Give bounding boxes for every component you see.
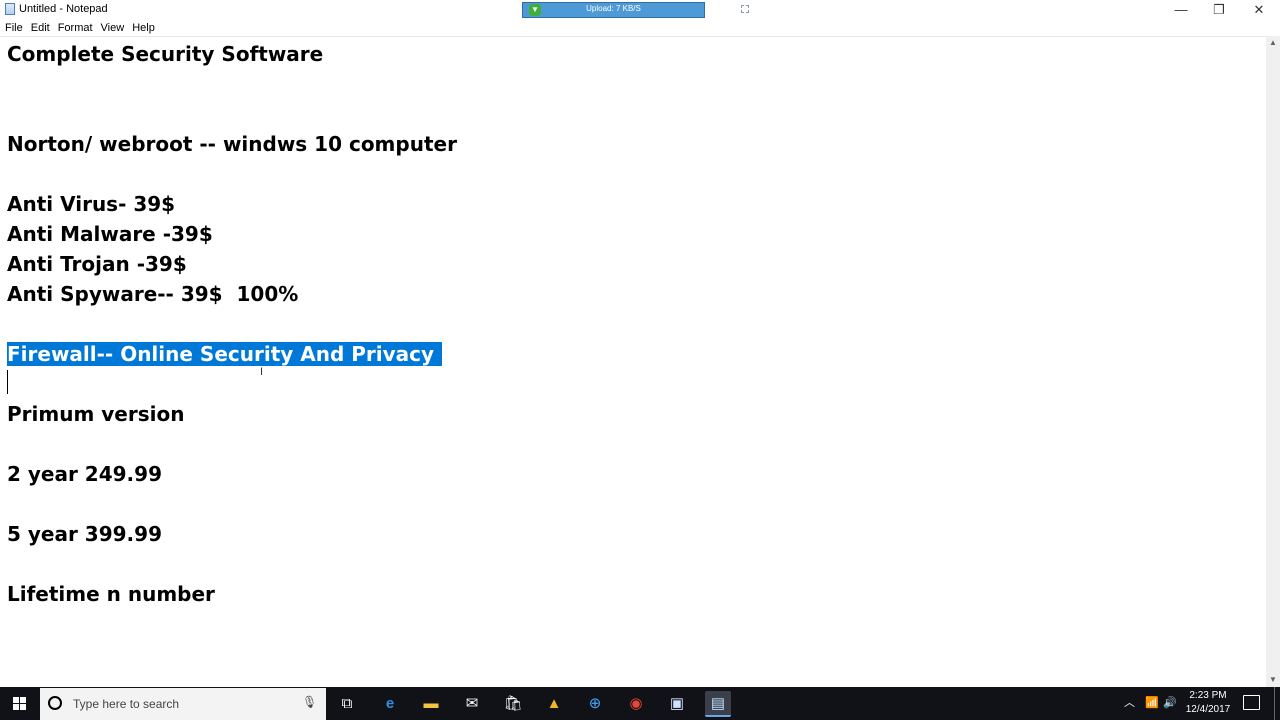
clock-date: 12/4/2017 xyxy=(1185,704,1231,715)
taskbar-search-box[interactable]: Type here to search 🎙 xyxy=(40,688,326,720)
file-explorer-icon[interactable]: ▬ xyxy=(418,691,444,717)
windows-logo-icon xyxy=(13,697,27,711)
editor-line: 5 year 399.99 xyxy=(7,522,162,546)
notepad-app-icon xyxy=(5,3,15,15)
selected-text: Firewall-- Online Security And Privacy xyxy=(7,342,443,366)
menu-help[interactable]: Help xyxy=(128,20,159,36)
notepad-icon[interactable]: ▤ xyxy=(705,691,731,717)
menu-file[interactable]: File xyxy=(0,20,27,36)
app-plus-icon[interactable]: ⊕ xyxy=(582,691,608,717)
system-clock[interactable]: 2:23 PM 12/4/2017 xyxy=(1178,689,1238,717)
upload-speed-text: Upload: 7 KB/S xyxy=(586,4,641,13)
mail-icon[interactable]: ✉ xyxy=(459,691,485,717)
edge-icon[interactable]: e xyxy=(377,691,403,717)
cortana-icon xyxy=(48,696,62,710)
store-icon[interactable]: 🛍 xyxy=(500,691,526,717)
menu-view[interactable]: View xyxy=(97,20,129,36)
editor-line: Primum version xyxy=(7,402,185,426)
chrome-icon[interactable]: ◉ xyxy=(623,691,649,717)
minimize-button[interactable]: — xyxy=(1162,0,1200,20)
scroll-down-arrow-icon[interactable]: ▼ xyxy=(1266,673,1280,687)
editor-line: Lifetime n number xyxy=(7,582,215,606)
scroll-up-arrow-icon[interactable]: ▲ xyxy=(1266,36,1280,50)
text-caret xyxy=(7,370,8,394)
menu-bar: File Edit Format View Help xyxy=(0,20,1280,36)
show-hidden-icons-chevron-icon[interactable]: ︿ xyxy=(1124,687,1135,720)
text-editor[interactable]: Complete Security Software Norton/ webro… xyxy=(0,36,1266,687)
title-bar: Untitled - Notepad ▼ Upload: 7 KB/S — ❐ … xyxy=(0,0,1280,20)
task-view-icon[interactable]: ⧉ xyxy=(334,691,360,717)
menu-edit[interactable]: Edit xyxy=(27,20,54,36)
editor-line: Anti Virus- 39$ xyxy=(7,192,176,216)
editor-line: 2 year 249.99 xyxy=(7,462,162,486)
wifi-icon[interactable]: 📶 xyxy=(1145,687,1159,720)
upload-speed-widget[interactable]: ▼ Upload: 7 KB/S xyxy=(522,2,705,18)
volume-icon[interactable]: 🔊 xyxy=(1163,687,1177,720)
snip-selection-icon xyxy=(741,5,749,13)
editor-line: Norton/ webroot -- windws 10 computer xyxy=(7,132,457,156)
action-center-icon[interactable] xyxy=(1243,695,1260,710)
vertical-scrollbar[interactable]: ▲ ▼ xyxy=(1266,36,1280,687)
clock-time: 2:23 PM xyxy=(1189,690,1227,701)
editor-line: Anti Trojan -39$ xyxy=(7,252,187,276)
start-button[interactable] xyxy=(0,687,40,720)
menu-format[interactable]: Format xyxy=(54,20,97,36)
window-title: Untitled - Notepad xyxy=(19,3,108,15)
ibeam-cursor-icon: I xyxy=(260,366,264,378)
snipping-tool-icon[interactable]: ▣ xyxy=(664,691,690,717)
taskbar: Type here to search 🎙 ⧉ e ▬ ✉ 🛍 ▲ ⊕ ◉ ▣ … xyxy=(0,687,1280,720)
microphone-icon[interactable]: 🎙 xyxy=(302,695,317,711)
close-button[interactable]: ✕ xyxy=(1240,0,1278,20)
show-desktop-button[interactable] xyxy=(1274,687,1275,720)
restore-button[interactable]: ❐ xyxy=(1200,0,1238,20)
editor-line: Complete Security Software xyxy=(7,42,324,66)
editor-line: Anti Spyware-- 39$ 100% xyxy=(7,282,299,306)
editor-line: Anti Malware -39$ xyxy=(7,222,213,246)
vlc-like-icon[interactable]: ▲ xyxy=(541,691,567,717)
search-placeholder: Type here to search xyxy=(73,697,180,711)
